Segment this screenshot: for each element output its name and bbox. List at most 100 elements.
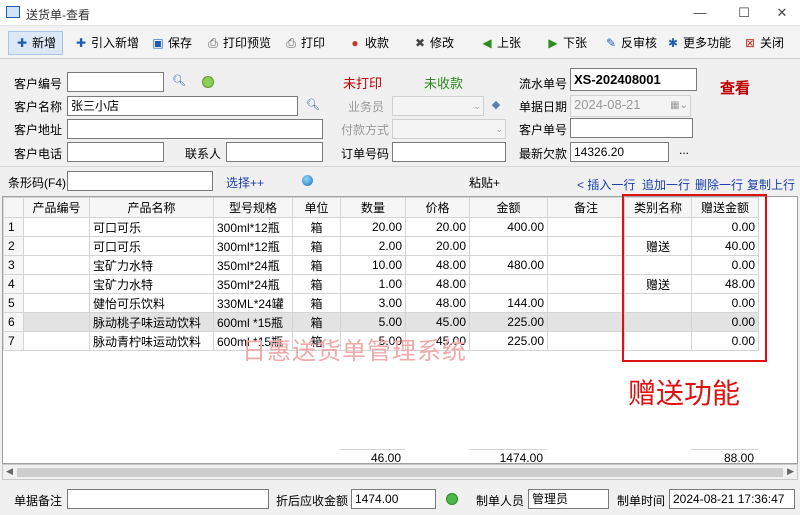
- customer-phone-field[interactable]: [67, 142, 164, 162]
- customer-address-field[interactable]: [67, 119, 323, 139]
- quantity-cell[interactable]: 20.00: [340, 217, 406, 237]
- product-name-cell[interactable]: 可口可乐: [89, 236, 214, 256]
- remark-cell[interactable]: [547, 274, 625, 294]
- spec-cell[interactable]: 330ML*24罐: [213, 293, 293, 313]
- remark-cell[interactable]: [547, 236, 625, 256]
- unit-cell[interactable]: 箱: [292, 236, 341, 256]
- unit-cell[interactable]: 箱: [292, 274, 341, 294]
- delete-row-link[interactable]: 删除一行: [695, 176, 743, 193]
- product-code-cell[interactable]: [23, 312, 90, 332]
- customer-name-field[interactable]: 张三小店: [67, 96, 298, 116]
- product-name-cell[interactable]: 健怡可乐饮料: [89, 293, 214, 313]
- spec-cell[interactable]: 350ml*24瓶: [213, 255, 293, 275]
- col-remark[interactable]: 备注: [547, 197, 625, 218]
- remark-cell[interactable]: [547, 217, 625, 237]
- col-amount[interactable]: 金额: [469, 197, 548, 218]
- product-name-cell[interactable]: 脉动青柠味运动饮料: [89, 331, 214, 351]
- customer-name-lookup-icon[interactable]: 🔍︎: [306, 99, 320, 112]
- serial-field[interactable]: XS-202408001: [570, 68, 697, 91]
- amount-cell[interactable]: [469, 274, 548, 294]
- price-cell[interactable]: 20.00: [405, 236, 470, 256]
- col-product-name[interactable]: 产品名称: [89, 197, 214, 218]
- creator-field[interactable]: 管理员: [528, 489, 609, 509]
- unit-cell[interactable]: 箱: [292, 255, 341, 275]
- spec-cell[interactable]: 600ml *15瓶: [213, 312, 293, 332]
- save-button[interactable]: ▣ 保存: [151, 33, 192, 53]
- scroll-thumb[interactable]: [17, 468, 783, 477]
- price-cell[interactable]: 48.00: [405, 293, 470, 313]
- product-code-cell[interactable]: [23, 255, 90, 275]
- created-time-field[interactable]: 2024-08-21 17:36:47: [669, 489, 795, 509]
- select-products-link[interactable]: 选择++: [226, 174, 264, 191]
- spec-cell[interactable]: 350ml*24瓶: [213, 274, 293, 294]
- contact-field[interactable]: [226, 142, 323, 162]
- customer-doc-field[interactable]: [570, 118, 693, 138]
- edit-button[interactable]: ✖ 修改: [413, 33, 454, 53]
- new-button[interactable]: ✚ 新增: [8, 31, 64, 55]
- amount-cell[interactable]: 400.00: [469, 217, 548, 237]
- quantity-cell[interactable]: 10.00: [340, 255, 406, 275]
- unit-cell[interactable]: 箱: [292, 293, 341, 313]
- quantity-cell[interactable]: 1.00: [340, 274, 406, 294]
- latest-debt-field[interactable]: 14326.20: [570, 142, 669, 162]
- amount-cell[interactable]: 480.00: [469, 255, 548, 275]
- quantity-cell[interactable]: 5.00: [340, 312, 406, 332]
- print-button[interactable]: ⎙ 打印: [284, 33, 325, 53]
- product-code-cell[interactable]: [23, 217, 90, 237]
- globe-icon[interactable]: [302, 175, 313, 186]
- copy-up-row-link[interactable]: 复制上行: [747, 176, 795, 193]
- salesperson-select[interactable]: ⌄: [392, 96, 484, 116]
- col-quantity[interactable]: 数量: [340, 197, 406, 218]
- product-name-cell[interactable]: 脉动桃子味运动饮料: [89, 312, 214, 332]
- product-code-cell[interactable]: [23, 293, 90, 313]
- product-code-cell[interactable]: [23, 274, 90, 294]
- payment-method-select[interactable]: ⌄: [392, 119, 506, 139]
- price-cell[interactable]: 48.00: [405, 274, 470, 294]
- scroll-right-icon[interactable]: ▶: [787, 466, 794, 477]
- remark-field[interactable]: [67, 489, 269, 509]
- quantity-cell[interactable]: 2.00: [340, 236, 406, 256]
- remark-cell[interactable]: [547, 255, 625, 275]
- customer-info-icon[interactable]: [202, 76, 214, 88]
- minimize-icon[interactable]: —: [690, 4, 710, 22]
- amount-cell[interactable]: 225.00: [469, 331, 548, 351]
- amount-cell[interactable]: [469, 236, 548, 256]
- col-spec[interactable]: 型号规格: [213, 197, 293, 218]
- product-code-cell[interactable]: [23, 236, 90, 256]
- receive-payment-button[interactable]: ● 收款: [348, 33, 389, 53]
- discount-amount-field[interactable]: 1474.00: [351, 489, 436, 509]
- more-functions-button[interactable]: ✱ 更多功能: [666, 33, 731, 53]
- product-code-cell[interactable]: [23, 331, 90, 351]
- insert-row-link[interactable]: < 插入一行: [577, 176, 635, 193]
- spec-cell[interactable]: 300ml*12瓶: [213, 217, 293, 237]
- col-price[interactable]: 价格: [405, 197, 470, 218]
- horizontal-scrollbar[interactable]: ◀ ▶: [2, 464, 798, 480]
- next-button[interactable]: ▶ 下张: [546, 33, 587, 53]
- remark-cell[interactable]: [547, 293, 625, 313]
- unit-cell[interactable]: 箱: [292, 312, 341, 332]
- price-cell[interactable]: 45.00: [405, 312, 470, 332]
- previous-button[interactable]: ◀ 上张: [480, 33, 521, 53]
- product-name-cell[interactable]: 宝矿力水特: [89, 255, 214, 275]
- amount-cell[interactable]: 225.00: [469, 312, 548, 332]
- date-field[interactable]: 2024-08-21 ▦⌄: [570, 95, 691, 117]
- append-row-link[interactable]: 追加一行: [642, 176, 690, 193]
- calendar-icon[interactable]: ▦⌄: [670, 97, 688, 115]
- col-unit[interactable]: 单位: [292, 197, 341, 218]
- price-cell[interactable]: 20.00: [405, 217, 470, 237]
- more-ellipsis-button[interactable]: ...: [679, 143, 689, 157]
- unit-cell[interactable]: 箱: [292, 217, 341, 237]
- book-icon[interactable]: ◆: [489, 99, 503, 112]
- order-no-field[interactable]: [392, 142, 506, 162]
- amount-cell[interactable]: 144.00: [469, 293, 548, 313]
- quantity-cell[interactable]: 3.00: [340, 293, 406, 313]
- product-name-cell[interactable]: 宝矿力水特: [89, 274, 214, 294]
- customer-lookup-icon[interactable]: 🔍︎: [172, 75, 186, 88]
- import-add-button[interactable]: ✚ 引入新增: [74, 33, 139, 53]
- price-cell[interactable]: 48.00: [405, 255, 470, 275]
- close-icon[interactable]: ✕: [772, 4, 792, 22]
- maximize-icon[interactable]: ☐: [734, 4, 754, 22]
- close-doc-button[interactable]: ⊠ 关闭: [743, 33, 784, 53]
- scroll-left-icon[interactable]: ◀: [6, 466, 13, 477]
- remark-cell[interactable]: [547, 312, 625, 332]
